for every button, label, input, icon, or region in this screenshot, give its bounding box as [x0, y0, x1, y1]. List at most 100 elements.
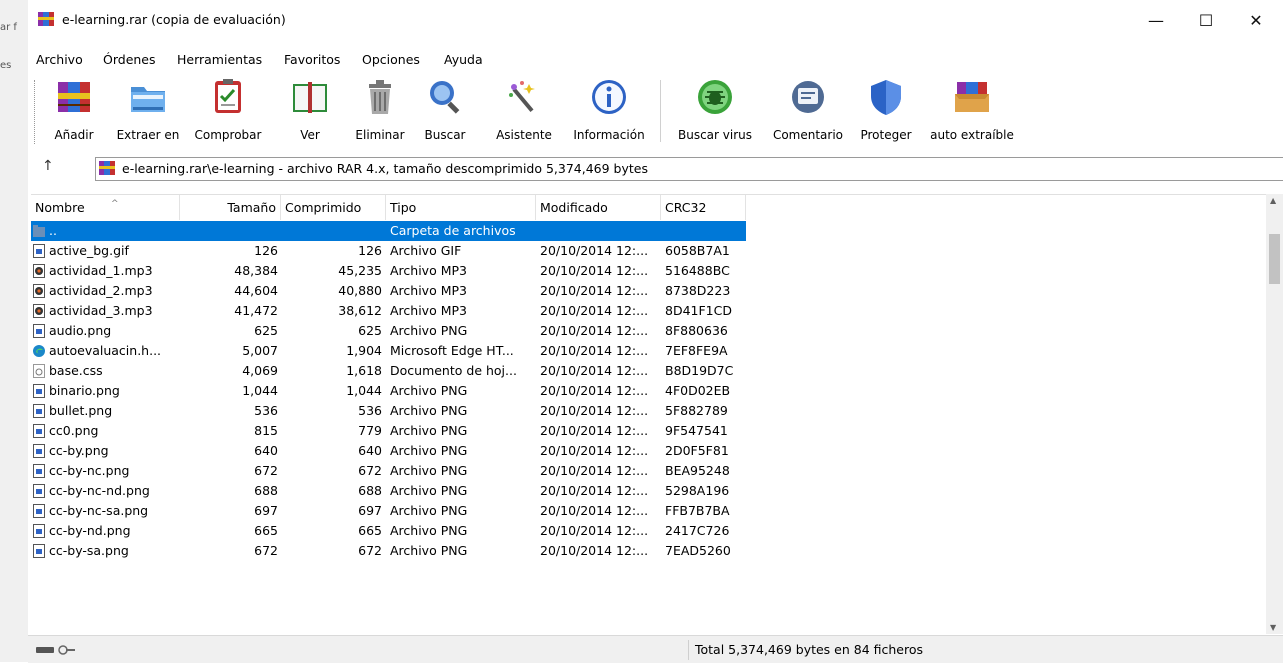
- parent-folder-row[interactable]: .. Carpeta de archivos: [31, 221, 746, 241]
- cell-size: 625: [254, 323, 278, 338]
- table-row[interactable]: actividad_2.mp3 44,604 40,880 Archivo MP3 20…: [31, 281, 746, 301]
- column-header-packed[interactable]: Comprimido: [281, 195, 386, 220]
- cell-type: Archivo MP3: [390, 263, 467, 278]
- table-row[interactable]: cc-by-nc.png 672 672 Archivo PNG 20/10/2014 …: [31, 461, 746, 481]
- test-clipboard-icon: [215, 79, 241, 113]
- cell-size: 640: [254, 443, 278, 458]
- table-row[interactable]: cc-by-nd.png 665 665 Archivo PNG 20/10/2014 …: [31, 521, 746, 541]
- test-button[interactable]: Comprobar: [190, 78, 266, 144]
- wizard-label: Asistente: [496, 128, 552, 142]
- path-field[interactable]: e-learning.rar\e-learning - archivo RAR …: [95, 157, 1283, 181]
- cell-name: actividad_3.mp3: [49, 303, 153, 318]
- cell-name: active_bg.gif: [49, 243, 129, 258]
- table-row[interactable]: autoevaluacin.h... 5,007 1,904 Microsoft Ed…: [31, 341, 746, 361]
- wizard-button[interactable]: Asistente: [490, 78, 558, 144]
- info-icon: [592, 80, 626, 114]
- column-header-crc[interactable]: CRC32: [661, 195, 746, 220]
- table-row[interactable]: actividad_3.mp3 41,472 38,612 Archivo MP3 20…: [31, 301, 746, 321]
- table-row[interactable]: cc-by-nc-sa.png 697 697 Archivo PNG 20/10/20…: [31, 501, 746, 521]
- column-header-crc-label: CRC32: [665, 200, 707, 215]
- cell-modified: 20/10/2014 12:...: [540, 503, 649, 518]
- cell-crc: 8D41F1CD: [665, 303, 732, 318]
- cell-packed: 45,235: [338, 263, 382, 278]
- file-list[interactable]: ^ Nombre Tamaño Comprimido Tipo Modifica…: [31, 194, 1283, 635]
- cell-packed: 672: [358, 543, 382, 558]
- sfx-button[interactable]: auto extraíble: [926, 78, 1018, 144]
- scroll-thumb[interactable]: [1269, 234, 1280, 284]
- table-row[interactable]: binario.png 1,044 1,044 Archivo PNG 20/10/20…: [31, 381, 746, 401]
- view-button[interactable]: Ver: [282, 78, 338, 144]
- table-row[interactable]: cc-by.png 640 640 Archivo PNG 20/10/2014 12:…: [31, 441, 746, 461]
- virus-scan-icon: [698, 80, 732, 114]
- close-button[interactable]: ✕: [1233, 6, 1279, 36]
- cell-name: base.css: [49, 363, 103, 378]
- cell-name: actividad_1.mp3: [49, 263, 153, 278]
- table-row[interactable]: active_bg.gif 126 126 Archivo GIF 20/10/2014…: [31, 241, 746, 261]
- maximize-button[interactable]: ☐: [1183, 6, 1229, 36]
- protect-button[interactable]: Proteger: [854, 78, 918, 144]
- menu-herramientas[interactable]: Herramientas: [177, 52, 262, 67]
- column-header-modified-label: Modificado: [540, 200, 608, 215]
- cell-size: 5,007: [242, 343, 278, 358]
- table-row[interactable]: base.css 4,069 1,618 Documento de hoj... 20/…: [31, 361, 746, 381]
- comment-button[interactable]: Comentario: [766, 78, 850, 144]
- add-books-icon: [58, 82, 90, 112]
- cell-type: Archivo PNG: [390, 323, 468, 338]
- cell-packed: 126: [358, 243, 382, 258]
- column-header-type[interactable]: Tipo: [386, 195, 536, 220]
- cell-name: actividad_2.mp3: [49, 283, 153, 298]
- cell-name: cc-by-nc-sa.png: [49, 503, 149, 518]
- cell-name: autoevaluacin.h...: [49, 343, 162, 358]
- menu-opciones[interactable]: Opciones: [362, 52, 420, 67]
- table-row[interactable]: cc-by-nc-nd.png 688 688 Archivo PNG 20/10/20…: [31, 481, 746, 501]
- cell-name: ..: [49, 223, 57, 238]
- cell-packed: 665: [358, 523, 382, 538]
- table-row[interactable]: audio.png 625 625 Archivo PNG 20/10/2014 12:…: [31, 321, 746, 341]
- cell-packed: 779: [358, 423, 382, 438]
- trash-icon: [369, 80, 391, 114]
- cell-name: cc-by-nc.png: [49, 463, 130, 478]
- minimize-button[interactable]: —: [1133, 6, 1179, 36]
- scroll-down-arrow-icon[interactable]: ▼: [1270, 623, 1276, 632]
- cell-packed: 1,044: [346, 383, 382, 398]
- table-row[interactable]: cc-by-sa.png 672 672 Archivo PNG 20/10/2014 …: [31, 541, 746, 561]
- cell-modified: 20/10/2014 12:...: [540, 463, 649, 478]
- drive-key-icon[interactable]: [36, 644, 76, 656]
- table-row[interactable]: cc0.png 815 779 Archivo PNG 20/10/2014 12:..…: [31, 421, 746, 441]
- cell-size: 48,384: [234, 263, 278, 278]
- find-label: Buscar: [424, 128, 466, 142]
- toolbar: Añadir Extraer en Comprobar Ver Eliminar…: [28, 72, 1283, 148]
- cell-type: Archivo PNG: [390, 523, 468, 538]
- comment-icon: [792, 81, 824, 113]
- info-label: Información: [573, 128, 645, 142]
- column-header-row: ^ Nombre Tamaño Comprimido Tipo Modifica…: [31, 195, 1283, 220]
- cell-type: Archivo PNG: [390, 443, 468, 458]
- menu-ayuda[interactable]: Ayuda: [444, 52, 483, 67]
- table-row[interactable]: bullet.png 536 536 Archivo PNG 20/10/2014 12…: [31, 401, 746, 421]
- info-button[interactable]: Información: [566, 78, 652, 144]
- column-header-modified[interactable]: Modificado: [536, 195, 661, 220]
- find-button[interactable]: Buscar: [418, 78, 472, 144]
- scan-virus-button[interactable]: Buscar virus: [670, 78, 760, 144]
- extract-to-label: Extraer en: [116, 128, 180, 142]
- up-folder-button[interactable]: ↑: [42, 158, 54, 174]
- table-row[interactable]: actividad_1.mp3 48,384 45,235 Archivo MP3 20…: [31, 261, 746, 281]
- cell-packed: 640: [358, 443, 382, 458]
- test-label: Comprobar: [194, 128, 262, 142]
- column-header-name[interactable]: ^ Nombre: [31, 195, 180, 220]
- column-header-size[interactable]: Tamaño: [180, 195, 281, 220]
- toolbar-grip[interactable]: [34, 80, 38, 144]
- cell-crc: 2D0F5F81: [665, 443, 729, 458]
- vertical-scrollbar[interactable]: ▲ ▼: [1266, 194, 1283, 634]
- cell-name: bullet.png: [49, 403, 113, 418]
- add-button[interactable]: Añadir: [42, 78, 106, 144]
- scroll-up-arrow-icon[interactable]: ▲: [1270, 196, 1276, 205]
- menu-ordenes[interactable]: Órdenes: [103, 52, 156, 67]
- delete-button[interactable]: Eliminar: [348, 78, 412, 144]
- menu-archivo[interactable]: Archivo: [36, 52, 83, 67]
- cell-modified: 20/10/2014 12:...: [540, 363, 649, 378]
- extract-to-button[interactable]: Extraer en: [110, 78, 186, 144]
- title-bar[interactable]: e-learning.rar (copia de evaluación) — ☐…: [28, 0, 1283, 40]
- menu-favoritos[interactable]: Favoritos: [284, 52, 340, 67]
- cell-type: Archivo PNG: [390, 543, 468, 558]
